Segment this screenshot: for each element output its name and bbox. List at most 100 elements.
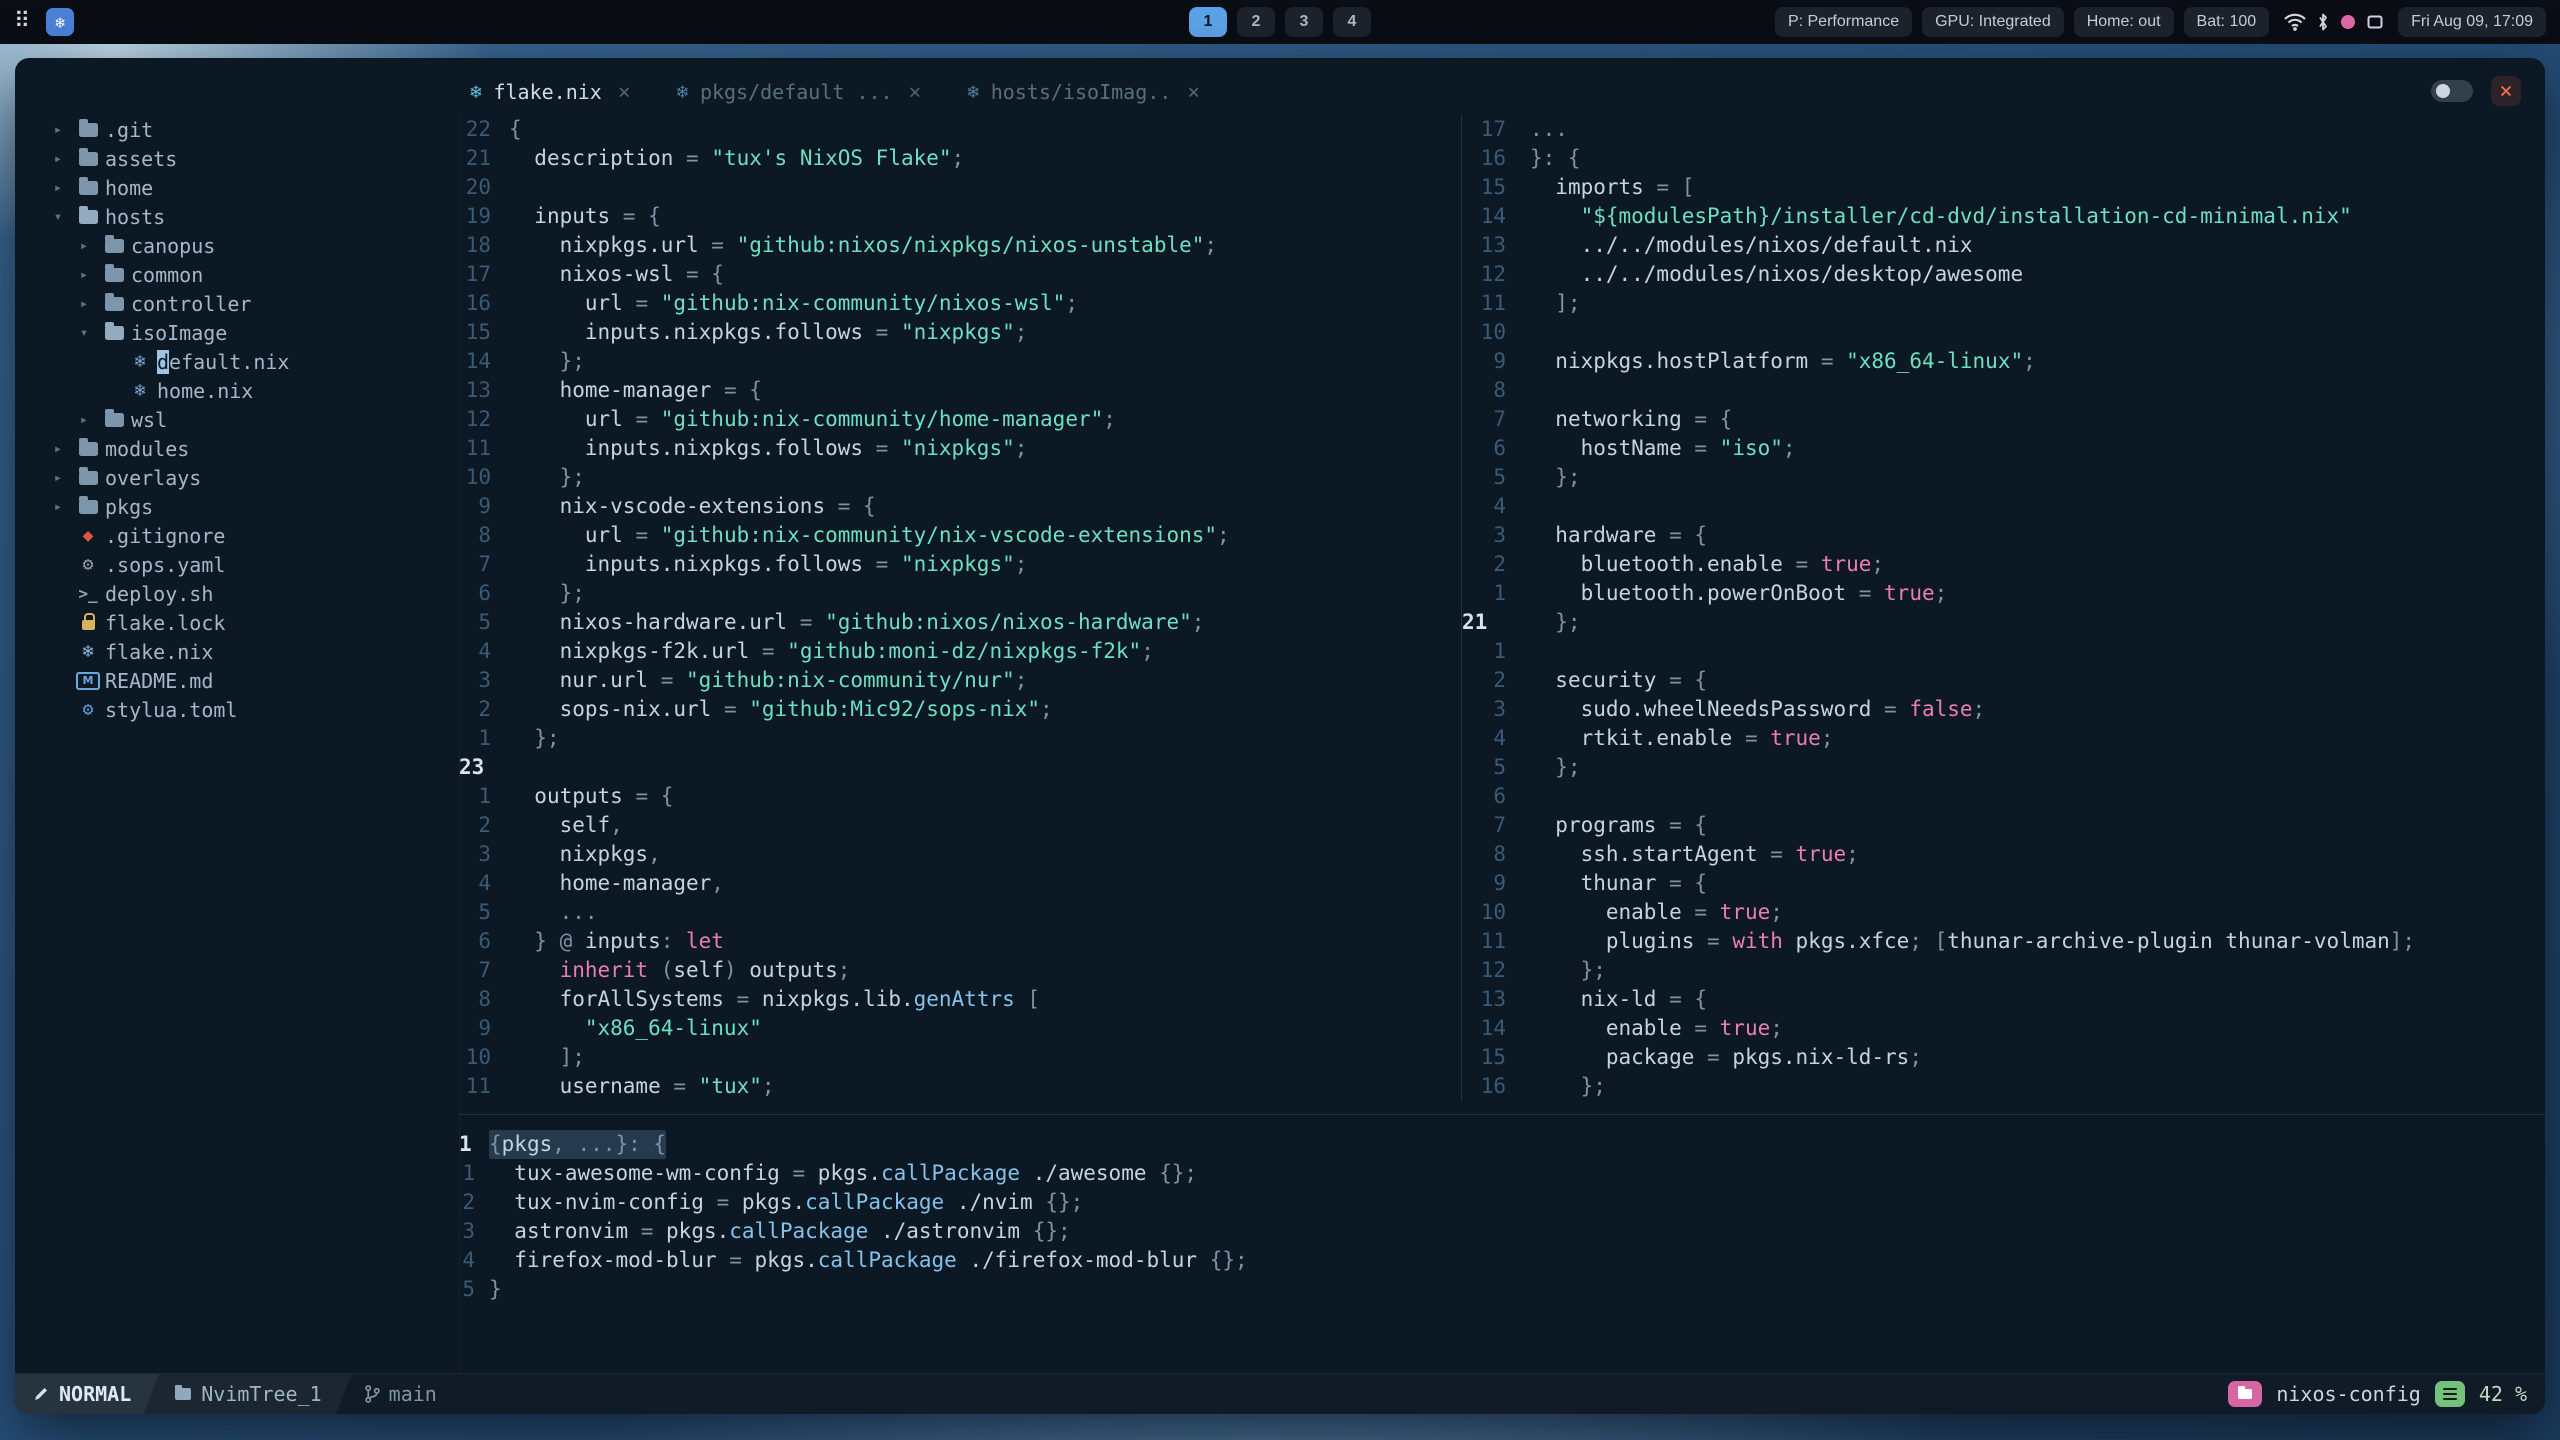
line-number: 10 [465, 1045, 491, 1069]
tree-item-canopus[interactable]: ▸ canopus [15, 231, 459, 260]
folder-icon [78, 495, 98, 514]
code-line: 5 ... [459, 898, 1461, 927]
mode-segment: NORMAL [15, 1374, 159, 1414]
code-text: }; [1530, 465, 1581, 489]
code-line: 23 [459, 753, 1461, 782]
tree-item-label: controller [131, 291, 252, 316]
chevron-right-icon[interactable]: ▸ [45, 441, 71, 457]
chevron-right-icon[interactable]: ▸ [45, 122, 71, 138]
logo-icon[interactable]: ❄ [46, 8, 75, 36]
chevron-down-icon[interactable]: ▾ [45, 209, 71, 225]
line-number: 20 [465, 175, 491, 199]
progress-icon [2434, 1381, 2465, 1407]
line-number: 21 [1462, 610, 1488, 634]
nix-icon: ❄ [676, 81, 688, 103]
code-line: 7 programs = { [1462, 811, 2545, 840]
code-line: 14 enable = true; [1462, 1014, 2545, 1043]
clock[interactable]: Fri Aug 09, 17:09 [2398, 7, 2546, 37]
tree-item-flake-lock[interactable]: flake.lock [15, 608, 459, 637]
tab-hosts-isoimag[interactable]: ❄ hosts/isoImag.. × [967, 80, 1200, 104]
tree-item-wsl[interactable]: ▸ wsl [15, 405, 459, 434]
tree-item-isoimage[interactable]: ▾ isoImage [15, 318, 459, 347]
bluetooth-icon[interactable] [2316, 12, 2330, 32]
tree-item-common[interactable]: ▸ common [15, 260, 459, 289]
file-icon-wrap [71, 613, 105, 630]
workspace-3[interactable]: 3 [1285, 7, 1323, 37]
chevron-right-icon[interactable]: ▸ [71, 238, 97, 254]
screenshot-icon[interactable] [2366, 13, 2384, 31]
window-close-button[interactable]: × [2491, 76, 2521, 106]
code-text: bluetooth.powerOnBoot = true; [1580, 581, 1948, 605]
wifi-icon[interactable] [2283, 12, 2307, 32]
chevron-right-icon[interactable]: ▸ [45, 499, 71, 515]
editor-iso-default-nix[interactable]: 17... 16}: {15 imports = [14 "${modulesPa… [1462, 115, 2545, 1101]
tab-close-icon[interactable]: × [909, 80, 922, 104]
editor-flake-nix[interactable]: 22{21 description = "tux's NixOS Flake";… [459, 115, 1461, 1101]
line-number: 1 [459, 1132, 472, 1156]
chevron-right-icon[interactable]: ▸ [71, 267, 97, 283]
code-line: 13 ../../modules/nixos/default.nix [1462, 231, 2545, 260]
tree-item-hosts[interactable]: ▾ hosts [15, 202, 459, 231]
editor-pkgs-default-nix[interactable]: 1 {pkgs, ...}: {1 tux-awesome-wm-config =… [459, 1130, 2545, 1304]
tree-item-home-nix[interactable]: ❄ home.nix [15, 376, 459, 405]
tree-item-readme-md[interactable]: M README.md [15, 666, 459, 695]
code-text: url = "github:nix-community/home-manager… [584, 407, 1116, 431]
chevron-right-icon[interactable]: ▸ [45, 180, 71, 196]
chevron-right-icon[interactable]: ▸ [45, 151, 71, 167]
file-icon-wrap: ◆ [71, 526, 105, 545]
line-number: 16 [465, 291, 491, 315]
tree-item-pkgs[interactable]: ▸ pkgs [15, 492, 459, 521]
code-line: 21 }; [1462, 608, 2545, 637]
mode-label: NORMAL [59, 1382, 132, 1406]
titlebar-toggle[interactable] [2431, 80, 2473, 102]
folder-icon [104, 263, 124, 282]
tree-item-stylua-toml[interactable]: ⚙ stylua.toml [15, 695, 459, 724]
tree-item-overlays[interactable]: ▸ overlays [15, 463, 459, 492]
window-separator-horizontal[interactable] [459, 1114, 2545, 1115]
tree-item-default-nix[interactable]: ❄ default.nix [15, 347, 459, 376]
tree-item-gitignore[interactable]: ◆ .gitignore [15, 521, 459, 550]
code-line: 6 }; [459, 579, 1461, 608]
app-launcher-icon[interactable]: ⠿ [14, 11, 30, 33]
code-text: nixpkgs, [559, 842, 661, 866]
chevron-down-icon[interactable]: ▾ [71, 325, 97, 341]
color-picker-icon[interactable] [2339, 13, 2357, 31]
tree-cursor: d [157, 349, 170, 374]
code-line: 12 }; [1462, 956, 2545, 985]
code-text: hostName = "iso"; [1580, 436, 1796, 460]
code-text: rtkit.enable = true; [1580, 726, 1834, 750]
line-number: 3 [1493, 523, 1506, 547]
tree-item-git[interactable]: ▸ .git [15, 115, 459, 144]
gear-icon: ⚙ [82, 553, 94, 575]
tree-item-controller[interactable]: ▸ controller [15, 289, 459, 318]
tree-item-sops-yaml[interactable]: ⚙ .sops.yaml [15, 550, 459, 579]
tree-item-home[interactable]: ▸ home [15, 173, 459, 202]
code-text: nixos-hardware.url = "github:nixos/nixos… [559, 610, 1205, 634]
line-number: 4 [1493, 726, 1506, 750]
code-text: inputs.nixpkgs.follows = "nixpkgs"; [584, 552, 1028, 576]
workspace-4[interactable]: 4 [1333, 7, 1371, 37]
tree-item-modules[interactable]: ▸ modules [15, 434, 459, 463]
tab-close-icon[interactable]: × [1187, 80, 1200, 104]
tab-close-icon[interactable]: × [618, 80, 631, 104]
file-explorer[interactable]: ▸ .git ▸ assets ▸ home ▾ hosts ▸ canopus ▸ common ▸ c… [15, 115, 459, 1374]
chevron-right-icon[interactable]: ▸ [71, 412, 97, 428]
tab-pkgs-default[interactable]: ❄ pkgs/default ... × [676, 80, 921, 104]
code-line: 10 [1462, 318, 2545, 347]
tab-flake-nix[interactable]: ❄ flake.nix × [470, 80, 630, 104]
line-number: 5 [478, 610, 491, 634]
chevron-right-icon[interactable]: ▸ [45, 470, 71, 486]
code-line: 11 plugins = with pkgs.xfce; [thunar-arc… [1462, 927, 2545, 956]
file-icon-wrap [71, 205, 105, 224]
tree-item-flake-nix[interactable]: ❄ flake.nix [15, 637, 459, 666]
folder-icon [104, 408, 124, 427]
code-line: 21 description = "tux's NixOS Flake"; [459, 144, 1461, 173]
tree-item-deploy-sh[interactable]: >_ deploy.sh [15, 579, 459, 608]
line-number: 8 [1493, 842, 1506, 866]
code-text: }; [1530, 958, 1606, 982]
workspace-1[interactable]: 1 [1189, 7, 1227, 37]
code-text: enable = true; [1605, 1016, 1783, 1040]
chevron-right-icon[interactable]: ▸ [71, 296, 97, 312]
workspace-2[interactable]: 2 [1237, 7, 1275, 37]
tree-item-assets[interactable]: ▸ assets [15, 144, 459, 173]
